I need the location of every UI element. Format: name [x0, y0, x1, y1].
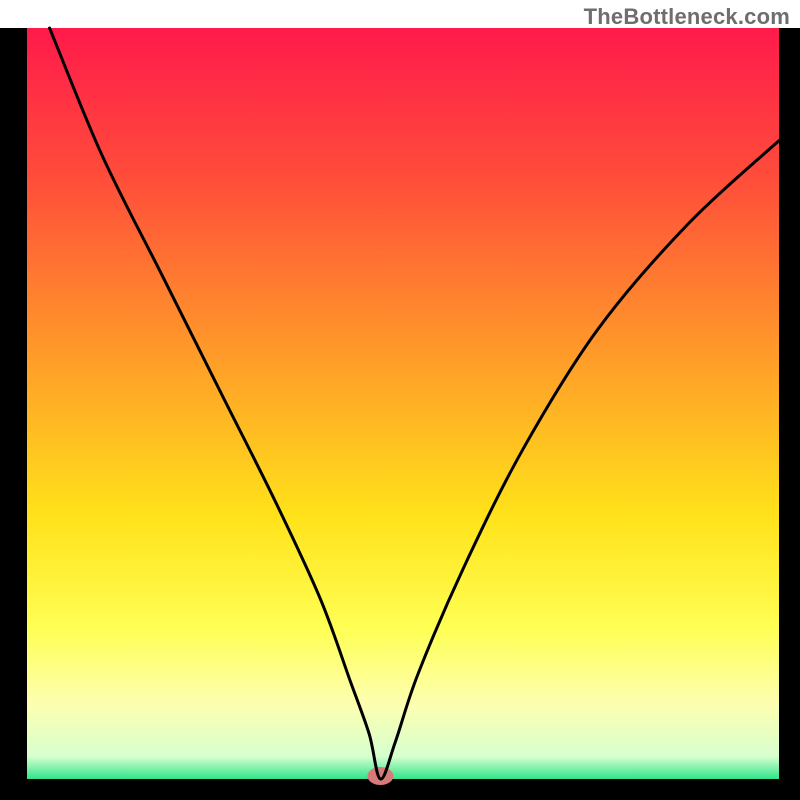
plot-area — [27, 28, 779, 779]
watermark-text: TheBottleneck.com — [584, 4, 790, 30]
chart-svg — [0, 0, 800, 800]
target-marker — [367, 767, 393, 785]
bottleneck-chart: TheBottleneck.com — [0, 0, 800, 800]
